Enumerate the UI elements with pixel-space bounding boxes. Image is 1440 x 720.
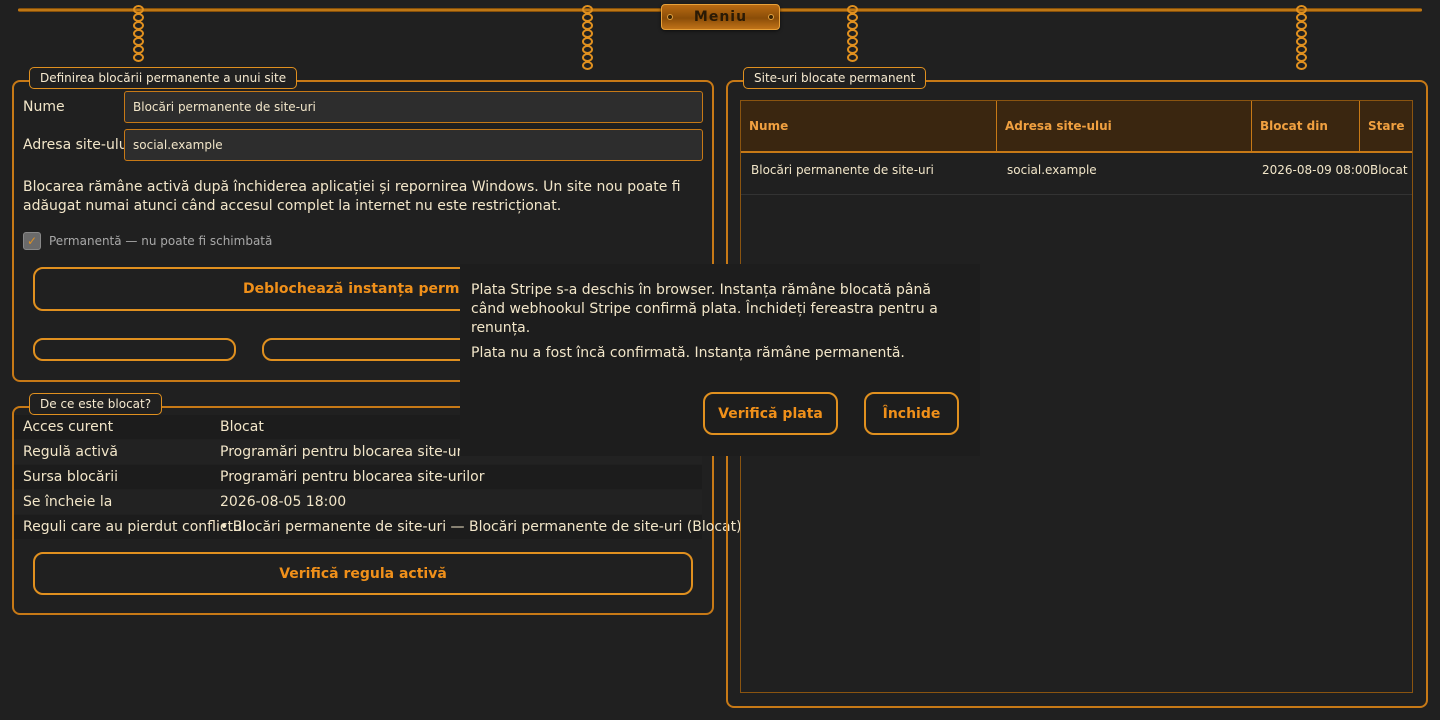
lost-rules-label: Reguli care au pierdut conflictul [23, 519, 246, 535]
access-label: Acces curent [23, 419, 114, 435]
table-header: Nume Adresa site-ului Blocat din Stare [741, 101, 1412, 153]
chain-decoration [131, 5, 145, 62]
table-cell-status[interactable]: Blocat [1370, 163, 1408, 177]
table-cell-name[interactable]: Blocări permanente de site-uri [751, 163, 934, 177]
blocked-sites-group-title: Site-uri blocate permanent [743, 67, 927, 89]
address-field[interactable]: social.example [124, 129, 703, 161]
why-row [14, 490, 702, 514]
block-source-label: Sursa blocării [23, 469, 118, 485]
rivet-icon [667, 14, 673, 20]
row-separator [741, 194, 1412, 195]
close-dialog-button-label: Închide [882, 405, 941, 422]
definition-group-title: Definirea blocării permanente a unui sit… [29, 67, 298, 89]
verify-payment-button[interactable]: Verifică plata [703, 392, 838, 435]
unlock-instance-button-label: Deblochează instanța permane [243, 281, 489, 297]
menu-button[interactable]: Meniu [661, 4, 780, 30]
ends-at-value: 2026-08-05 18:00 [220, 494, 347, 510]
chain-decoration [1294, 5, 1308, 70]
why-blocked-group-title: De ce este blocat? [29, 393, 163, 415]
check-active-rule-button[interactable]: Verifică regula activă [33, 552, 693, 595]
permanent-checkbox-label: Permanentă — nu poate fi schimbată [49, 234, 273, 248]
small-action-button[interactable] [262, 338, 472, 361]
lost-rules-value: • Blocări permanente de site-uri — Blocă… [220, 519, 742, 535]
payment-status: Plata nu a fost încă confirmată. Instanț… [471, 345, 905, 361]
chain-decoration [580, 5, 594, 70]
rivet-icon [768, 14, 774, 20]
table-cell-address[interactable]: social.example [1007, 163, 1097, 177]
verify-payment-button-label: Verifică plata [718, 405, 823, 422]
menu-button-label: Meniu [693, 9, 748, 25]
payment-dialog: Plata Stripe s-a deschis în browser. Ins… [460, 264, 980, 456]
column-header-status[interactable]: Stare [1360, 101, 1412, 151]
info-text: Blocarea rămâne activă după închiderea a… [23, 179, 681, 214]
block-source-value: Programări pentru blocarea site-urilor [220, 469, 485, 485]
column-header-name[interactable]: Nume [741, 101, 997, 151]
column-header-blocked-since[interactable]: Blocat din [1252, 101, 1360, 151]
table-cell-blocked-since[interactable]: 2026-08-09 08:00 [1262, 163, 1370, 177]
ends-at-label: Se încheie la [23, 494, 113, 510]
name-label: Nume [23, 99, 65, 115]
checkmark-icon: ✓ [26, 234, 38, 248]
close-dialog-button[interactable]: Închide [864, 392, 959, 435]
access-value: Blocat [220, 419, 264, 435]
small-action-button[interactable] [33, 338, 236, 361]
name-field[interactable]: Blocări permanente de site-uri [124, 91, 703, 123]
check-active-rule-button-label: Verifică regula activă [279, 565, 447, 582]
chain-decoration [845, 5, 859, 62]
permanent-checkbox[interactable]: ✓ [23, 232, 41, 250]
payment-message: Plata Stripe s-a deschis în browser. Ins… [471, 282, 938, 336]
active-rule-value: Programări pentru blocarea site-urilor [220, 444, 485, 460]
column-header-address[interactable]: Adresa site-ului [997, 101, 1252, 151]
active-rule-label: Regulă activă [23, 444, 118, 460]
address-label: Adresa site-ului [23, 137, 132, 153]
